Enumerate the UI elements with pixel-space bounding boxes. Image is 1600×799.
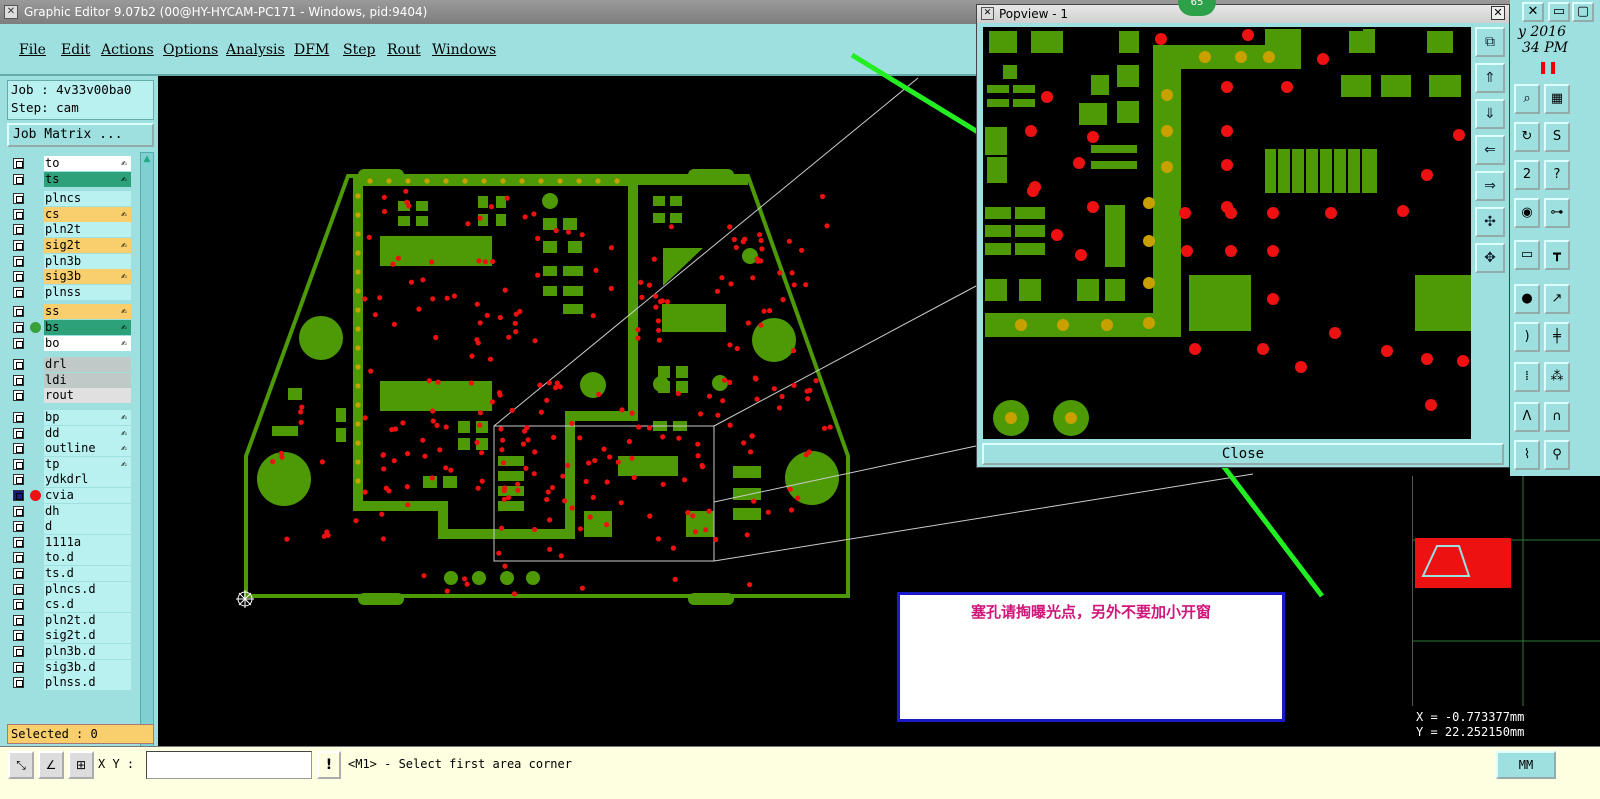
zoom-via-hole	[1421, 353, 1433, 365]
zoom-via-hole	[1075, 249, 1087, 261]
date-line: y 2016	[1518, 24, 1566, 40]
zoom-via-hole	[1453, 129, 1465, 141]
zoom-via-hole	[1381, 345, 1393, 357]
tool-line-icon[interactable]: Λ	[1514, 402, 1540, 432]
zoom-via-hole	[1317, 53, 1329, 65]
zoom-via-hole	[1221, 125, 1233, 137]
tool-net-icon[interactable]: ⊶	[1544, 198, 1570, 228]
zoom-via-hole	[1225, 245, 1237, 257]
zoom-via-hole	[1179, 207, 1191, 219]
xy-input[interactable]	[146, 751, 312, 779]
pause-icon: ❚❚	[1538, 60, 1559, 74]
pop-zoom-fit-icon[interactable]: ⧉	[1475, 27, 1505, 57]
tool-array-icon[interactable]: ⁞	[1514, 362, 1540, 392]
pop-zoom-out-icon[interactable]: ✥	[1475, 243, 1505, 273]
tool-pointer-icon[interactable]: ↗	[1544, 284, 1570, 314]
tool-point-icon[interactable]: ●	[1514, 284, 1540, 314]
zoom-via-hole	[1257, 343, 1269, 355]
popview-window: ✕ Popview - 1 ✕ ⧉ ⇑ ⇓ ⇐ ⇒ ✣ ✥ Close	[976, 4, 1510, 468]
popview-app-icon: ✕	[981, 7, 994, 20]
pop-left-icon[interactable]: ⇐	[1475, 135, 1505, 165]
zoom-via-hole	[1221, 81, 1233, 93]
zoom-via-hole	[1267, 245, 1279, 257]
zoom-via-hole	[1189, 343, 1201, 355]
zoom-via-hole	[1221, 159, 1233, 171]
zoom-via-hole	[1225, 207, 1237, 219]
snap-corner-icon[interactable]: ⤡	[8, 751, 34, 779]
popview-close-icon[interactable]: ✕	[1491, 6, 1505, 20]
tool-help-icon[interactable]: ?	[1544, 160, 1570, 190]
popview-close-button[interactable]: Close	[982, 443, 1504, 465]
popview-toolbar: ⧉ ⇑ ⇓ ⇐ ⇒ ✣ ✥	[1475, 27, 1507, 277]
angle-tool-icon[interactable]: ∠	[38, 751, 64, 779]
maximize-icon[interactable]: ▢	[1572, 2, 1594, 22]
zoom-via-hole	[1155, 33, 1167, 45]
zoom-via-hole	[1025, 125, 1037, 137]
window-icon[interactable]: ✕	[1522, 2, 1544, 22]
status-prompt: <M1> - Select first area corner	[348, 757, 572, 771]
tool-connect-icon[interactable]: ⚲	[1544, 440, 1570, 470]
zoom-via-hole	[1267, 207, 1279, 219]
zoom-via-hole	[1295, 361, 1307, 373]
zoom-via-hole	[1397, 205, 1409, 217]
tool-measure-icon[interactable]: ▭	[1514, 240, 1540, 270]
annotation-note: 塞孔请掏曝光点，另外不要加小开窗	[897, 592, 1285, 722]
popview-pcb-zoom	[985, 29, 1471, 436]
pop-up-icon[interactable]: ⇑	[1475, 63, 1505, 93]
overview-map-svg	[1413, 476, 1600, 706]
status-bar: ⤡ ∠ ⊞ X Y : ! <M1> - Select first area c…	[0, 746, 1600, 799]
tool-step-icon[interactable]: 2	[1514, 160, 1540, 190]
coord-y: Y = 22.252150mm	[1416, 725, 1525, 739]
popview-title-bar: ✕ Popview - 1 ✕	[977, 5, 1509, 23]
time-line: 34 PM	[1522, 40, 1569, 56]
zoom-via-hole	[1325, 207, 1337, 219]
warning-icon[interactable]: !	[317, 751, 341, 779]
tool-snap-icon[interactable]: S	[1544, 122, 1570, 152]
zoom-via-hole	[1087, 201, 1099, 213]
xy-label: X Y :	[98, 757, 135, 771]
tool-zoom-icon[interactable]: ⌕	[1514, 84, 1540, 114]
popview-title: Popview - 1	[999, 7, 1068, 21]
zoom-via-hole	[1329, 327, 1341, 339]
cursor-coordinates: X = -0.773377mm Y = 22.252150mm	[1412, 706, 1600, 746]
zoom-plugged-vias	[1005, 51, 1275, 424]
tool-ruler-icon[interactable]: ┳	[1544, 240, 1570, 270]
tool-curve-icon[interactable]: ∩	[1544, 402, 1570, 432]
note-text: 塞孔请掏曝光点，另外不要加小开窗	[970, 603, 1211, 621]
minimize-icon[interactable]: ▭	[1548, 2, 1570, 22]
pop-right-icon[interactable]: ⇒	[1475, 171, 1505, 201]
coord-x: X = -0.773377mm	[1416, 710, 1525, 724]
zoom-via-hole	[1087, 131, 1099, 143]
overview-map[interactable]	[1412, 476, 1600, 706]
units-selector[interactable]: MM	[1496, 751, 1556, 779]
tool-rotate-icon[interactable]: ↻	[1514, 122, 1540, 152]
tool-filter-icon[interactable]: ╪	[1544, 322, 1570, 352]
zoom-via-hole	[1051, 229, 1063, 241]
tool-arc-icon[interactable]: )	[1514, 322, 1540, 352]
zoom-via-hole	[1181, 245, 1193, 257]
zoom-via-hole	[1267, 293, 1279, 305]
zoom-via-hole	[1421, 169, 1433, 181]
zoom-via-hole	[1425, 399, 1437, 411]
tool-pads-icon[interactable]: ⁂	[1544, 362, 1570, 392]
zoom-via-hole	[1281, 81, 1293, 93]
tool-grid-icon[interactable]: ▦	[1544, 84, 1570, 114]
zoom-via-hole	[1029, 181, 1041, 193]
zoom-via-hole	[1041, 91, 1053, 103]
tool-layer-icon[interactable]: ◉	[1514, 198, 1540, 228]
zoom-via-hole	[1073, 157, 1085, 169]
popview-canvas[interactable]	[983, 27, 1471, 439]
tool-route-icon[interactable]: ⌇	[1514, 440, 1540, 470]
zoom-via-hole	[1242, 29, 1254, 41]
pop-zoom-in-icon[interactable]: ✣	[1475, 207, 1505, 237]
zoom-via-hole	[1457, 355, 1469, 367]
pop-down-icon[interactable]: ⇓	[1475, 99, 1505, 129]
grid-snap-icon[interactable]: ⊞	[68, 751, 94, 779]
